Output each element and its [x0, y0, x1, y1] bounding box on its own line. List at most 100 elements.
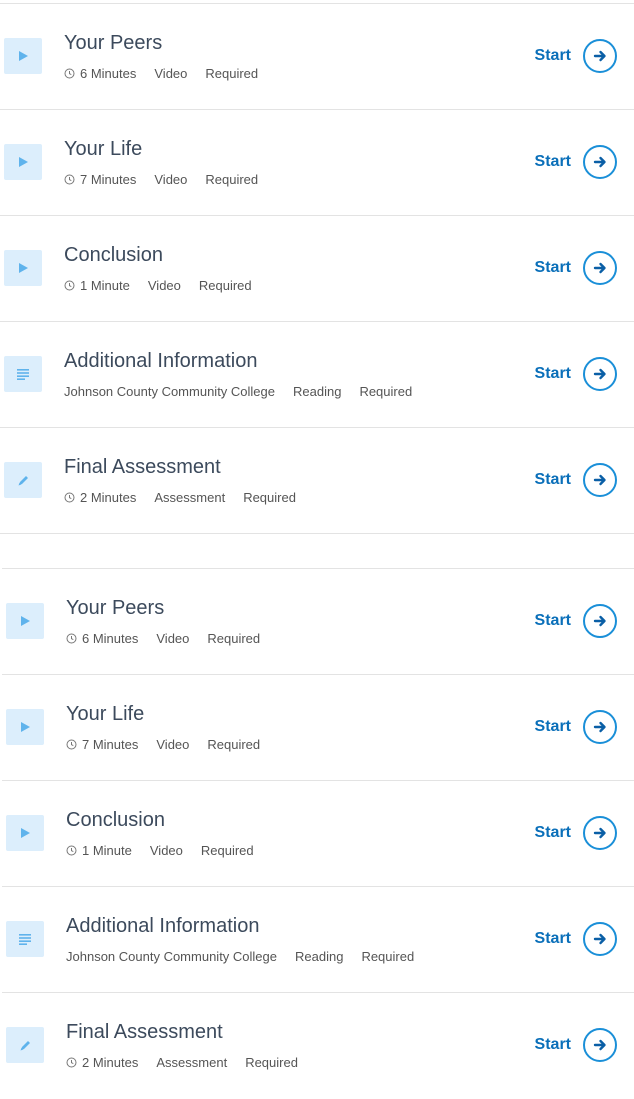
- item-type: Video: [149, 843, 183, 858]
- arrow-right-icon[interactable]: [583, 922, 617, 956]
- item-requirement: Required: [207, 737, 261, 752]
- item-source: Johnson County Community College: [64, 384, 275, 399]
- start-button[interactable]: Start: [535, 145, 617, 179]
- item-duration: 1 Minute: [82, 843, 132, 858]
- item-meta: 1 Minute Video Required: [66, 843, 254, 858]
- item-type: Video: [147, 278, 181, 293]
- clock-icon: [64, 492, 75, 503]
- item-source: Johnson County Community College: [66, 949, 277, 964]
- course-item-row: Your Life 7 Minutes Video Required Start: [2, 675, 634, 781]
- item-meta: 1 Minute Video Required: [64, 278, 252, 293]
- item-duration: 6 Minutes: [82, 631, 139, 646]
- document-icon: [6, 921, 44, 957]
- pencil-icon: [6, 1027, 44, 1063]
- item-duration: 2 Minutes: [80, 490, 137, 505]
- start-button[interactable]: Start: [535, 357, 617, 391]
- item-requirement: Required: [198, 278, 252, 293]
- start-label[interactable]: Start: [535, 1036, 571, 1054]
- item-duration: 7 Minutes: [82, 737, 139, 752]
- clock-icon: [64, 174, 75, 185]
- item-duration: 7 Minutes: [80, 172, 137, 187]
- item-duration: 6 Minutes: [80, 66, 137, 81]
- start-button[interactable]: Start: [535, 251, 617, 285]
- play-icon: [6, 709, 44, 745]
- course-item-list: Your Peers 6 Minutes Video Required Start You…: [0, 3, 634, 534]
- item-meta: Johnson County Community College Reading R…: [64, 384, 412, 399]
- play-icon: [6, 603, 44, 639]
- item-meta: 6 Minutes Video Required: [66, 631, 260, 646]
- document-icon: [4, 356, 42, 392]
- course-item-list: Your Peers 6 Minutes Video Required Start You…: [2, 568, 634, 1099]
- start-button[interactable]: Start: [535, 710, 617, 744]
- course-item-row: Your Life 7 Minutes Video Required Start: [0, 110, 634, 216]
- course-item-row: Conclusion 1 Minute Video Required Start: [2, 781, 634, 887]
- start-label[interactable]: Start: [535, 718, 571, 736]
- item-type: Video: [156, 631, 190, 646]
- arrow-right-icon[interactable]: [583, 145, 617, 179]
- play-icon: [4, 38, 42, 74]
- clock-icon: [66, 739, 77, 750]
- start-label[interactable]: Start: [535, 930, 571, 948]
- start-button[interactable]: Start: [535, 39, 617, 73]
- item-requirement: Required: [245, 1055, 298, 1070]
- item-title: Additional Information: [64, 350, 258, 372]
- item-title: Final Assessment: [66, 1021, 223, 1043]
- course-item-row: Additional Information Johnson County Com…: [0, 322, 634, 428]
- start-label[interactable]: Start: [535, 471, 571, 489]
- start-button[interactable]: Start: [535, 1028, 617, 1062]
- item-title: Final Assessment: [64, 456, 221, 478]
- arrow-right-icon[interactable]: [583, 357, 617, 391]
- item-requirement: Required: [361, 949, 415, 964]
- item-meta: 7 Minutes Video Required: [64, 172, 258, 187]
- item-title: Your Peers: [64, 32, 163, 54]
- course-item-row: Additional Information Johnson County Com…: [2, 887, 634, 993]
- play-icon: [4, 250, 42, 286]
- start-label[interactable]: Start: [535, 612, 571, 630]
- item-requirement: Required: [243, 490, 296, 505]
- arrow-right-icon[interactable]: [583, 1028, 617, 1062]
- item-type: Assessment: [156, 1055, 228, 1070]
- item-requirement: Required: [205, 66, 259, 81]
- clock-icon: [66, 845, 77, 856]
- clock-icon: [66, 633, 77, 644]
- course-item-row: Final Assessment 2 Minutes Assessment Requi…: [2, 993, 634, 1099]
- start-button[interactable]: Start: [535, 816, 617, 850]
- play-icon: [6, 815, 44, 851]
- item-meta: Johnson County Community College Reading R…: [66, 949, 414, 964]
- clock-icon: [66, 1057, 77, 1068]
- item-type: Video: [156, 737, 190, 752]
- arrow-right-icon[interactable]: [583, 463, 617, 497]
- item-requirement: Required: [359, 384, 413, 399]
- start-label[interactable]: Start: [535, 259, 571, 277]
- course-item-row: Final Assessment 2 Minutes Assessment Requi…: [0, 428, 634, 534]
- arrow-right-icon[interactable]: [583, 39, 617, 73]
- course-item-row: Conclusion 1 Minute Video Required Start: [0, 216, 634, 322]
- start-button[interactable]: Start: [535, 463, 617, 497]
- start-button[interactable]: Start: [535, 922, 617, 956]
- arrow-right-icon[interactable]: [583, 604, 617, 638]
- pencil-icon: [4, 462, 42, 498]
- item-title: Additional Information: [66, 915, 260, 937]
- item-type: Reading: [295, 949, 344, 964]
- item-type: Assessment: [154, 490, 226, 505]
- arrow-right-icon[interactable]: [583, 251, 617, 285]
- item-requirement: Required: [207, 631, 261, 646]
- start-label[interactable]: Start: [535, 153, 571, 171]
- start-label[interactable]: Start: [535, 824, 571, 842]
- arrow-right-icon[interactable]: [583, 710, 617, 744]
- start-label[interactable]: Start: [535, 365, 571, 383]
- start-button[interactable]: Start: [535, 604, 617, 638]
- item-duration: 1 Minute: [80, 278, 130, 293]
- item-type: Video: [154, 66, 188, 81]
- clock-icon: [64, 68, 75, 79]
- start-label[interactable]: Start: [535, 47, 571, 65]
- item-meta: 2 Minutes Assessment Required: [66, 1055, 298, 1070]
- item-meta: 7 Minutes Video Required: [66, 737, 260, 752]
- item-meta: 6 Minutes Video Required: [64, 66, 258, 81]
- item-type: Reading: [293, 384, 342, 399]
- item-title: Conclusion: [64, 244, 163, 266]
- arrow-right-icon[interactable]: [583, 816, 617, 850]
- item-duration: 2 Minutes: [82, 1055, 139, 1070]
- clock-icon: [64, 280, 75, 291]
- play-icon: [4, 144, 42, 180]
